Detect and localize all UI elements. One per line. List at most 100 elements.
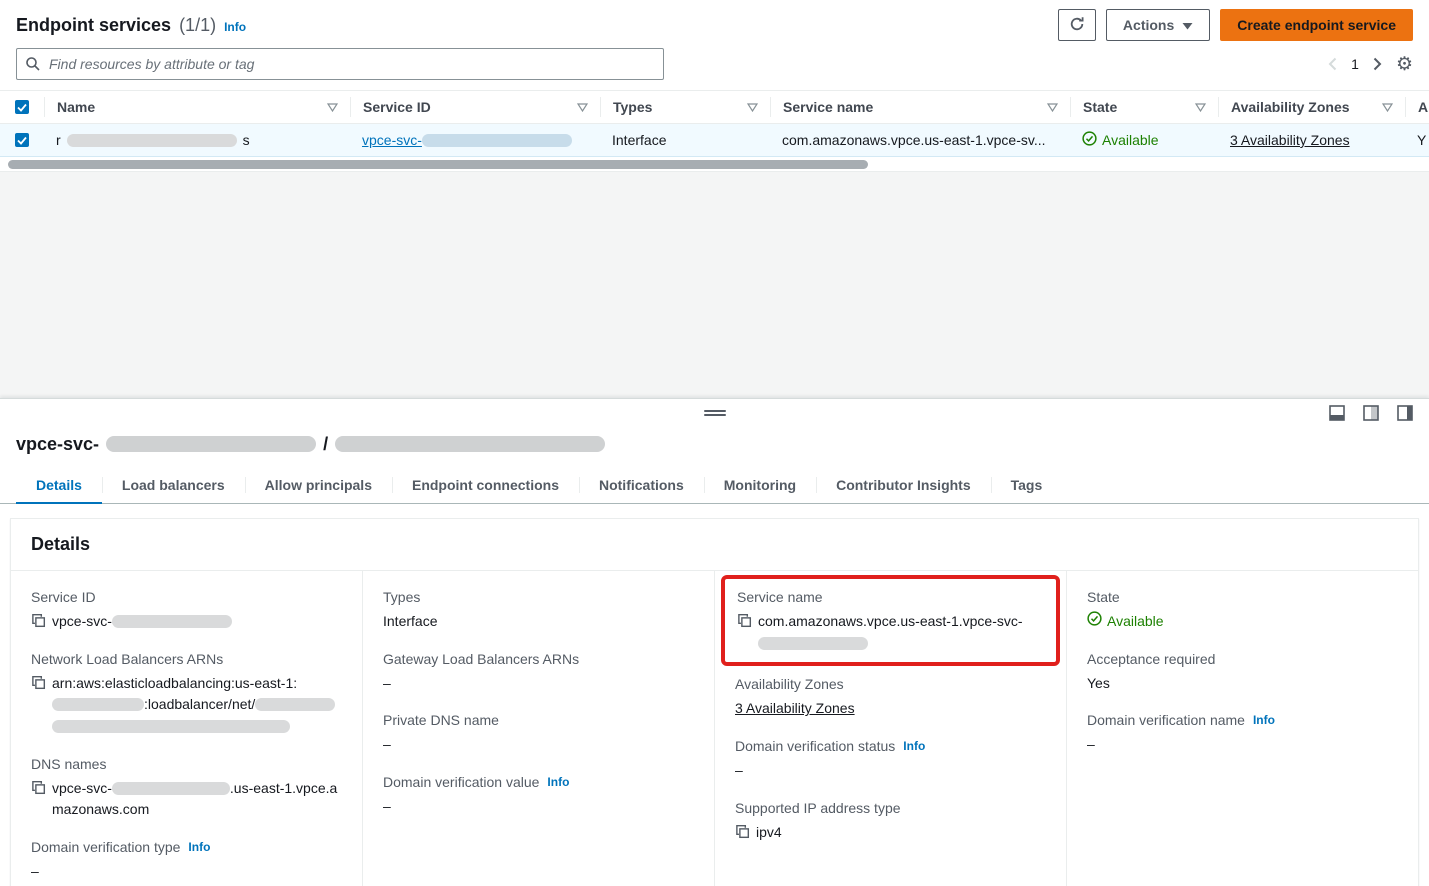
filter-icon[interactable] [1195,99,1206,115]
redaction [52,698,144,711]
tab-details[interactable]: Details [16,467,102,503]
tab-allow-principals[interactable]: Allow principals [245,467,392,503]
panel-title: vpce-svc- / [0,429,1429,457]
pagination: 1 ⚙ [1328,55,1413,74]
column-header-truncated[interactable]: A [1405,97,1429,117]
tab-monitoring[interactable]: Monitoring [704,467,816,503]
filter-icon[interactable] [327,99,338,115]
copy-icon[interactable] [735,824,750,839]
filter-bar: 1 ⚙ [0,46,1429,90]
tab-tags[interactable]: Tags [991,467,1063,503]
page-title: Endpoint services [16,15,171,36]
table-header-row: Name Service ID Types Service name State… [0,91,1429,124]
service-id-field: Service ID vpce-svc- [31,589,342,633]
dns-names-field: DNS names vpce-svc-.us-east-1.vpce.amazo… [31,756,342,821]
redaction [67,134,237,147]
check-circle-icon [1082,131,1097,149]
filter-icon[interactable] [1382,99,1393,115]
copy-icon[interactable] [31,675,46,690]
domain-verification-name-field: Domain verification name Info – [1087,712,1398,756]
caret-down-icon [1182,17,1193,33]
info-link[interactable]: Info [224,20,246,34]
availability-zones-field: Availability Zones 3 Availability Zones [735,676,1046,720]
cell-name: rs [44,132,350,148]
info-link[interactable]: Info [1253,713,1275,727]
page-next-icon[interactable] [1373,57,1382,71]
select-all-checkbox[interactable] [15,100,29,114]
nlb-arns-field: Network Load Balancers ARNs arn:aws:elas… [31,651,342,738]
column-header-availability-zones[interactable]: Availability Zones [1218,97,1405,117]
cell-truncated: Y [1405,132,1429,148]
search-input[interactable] [16,48,664,80]
detail-tabs: Details Load balancers Allow principals … [0,467,1429,504]
column-header-service-id[interactable]: Service ID [350,97,600,117]
column-header-service-name[interactable]: Service name [770,97,1070,117]
availability-zones-link[interactable]: 3 Availability Zones [735,700,855,716]
page-number[interactable]: 1 [1351,56,1359,72]
private-dns-name-field: Private DNS name – [383,712,694,756]
check-circle-icon [1087,611,1102,633]
create-endpoint-service-button[interactable]: Create endpoint service [1220,9,1413,41]
details-column-4: State Available Acceptance required Yes [1066,571,1418,886]
details-card-title: Details [11,519,1418,571]
filter-icon[interactable] [577,99,588,115]
tab-load-balancers[interactable]: Load balancers [102,467,245,503]
actions-button-label: Actions [1123,17,1174,33]
service-name-field-annotation: Service name com.amazonaws.vpce.us-east-… [721,575,1060,666]
copy-icon[interactable] [737,613,752,628]
actions-button[interactable]: Actions [1106,9,1210,41]
cell-service-name: com.amazonaws.vpce.us-east-1.vpce-sv... [770,132,1070,148]
tab-contributor-insights[interactable]: Contributor Insights [816,467,991,503]
acceptance-required-field: Acceptance required Yes [1087,651,1398,695]
panel-position-side-icon[interactable] [1397,405,1413,424]
supported-ip-address-type-field: Supported IP address type ipv4 [735,800,1046,844]
redaction [106,436,316,452]
redaction [255,698,335,711]
details-column-2: Types Interface Gateway Load Balancers A… [362,571,714,886]
availability-zones-link[interactable]: 3 Availability Zones [1230,132,1350,148]
panel-position-split-icon[interactable] [1363,405,1379,424]
horizontal-scrollbar[interactable] [0,157,1429,172]
domain-verification-status-field: Domain verification status Info – [735,738,1046,782]
row-checkbox[interactable] [15,133,29,147]
types-field: Types Interface [383,589,694,633]
filter-icon[interactable] [1047,99,1058,115]
redaction [422,134,572,147]
tab-notifications[interactable]: Notifications [579,467,704,503]
domain-verification-type-field: Domain verification type Info – [31,839,342,883]
state-field: State Available [1087,589,1398,633]
redaction [758,637,868,650]
search-icon [25,56,41,75]
resource-count: (1/1) [179,15,216,36]
tab-endpoint-connections[interactable]: Endpoint connections [392,467,579,503]
details-column-1: Service ID vpce-svc- Network Load Balanc… [11,571,362,886]
page-header: Endpoint services (1/1) Info Actions Cre… [0,0,1429,46]
cell-availability-zones: 3 Availability Zones [1218,132,1405,148]
settings-gear-icon[interactable]: ⚙ [1396,55,1413,74]
copy-icon[interactable] [31,613,46,628]
filter-icon[interactable] [747,99,758,115]
endpoint-services-table: Name Service ID Types Service name State… [0,90,1429,172]
service-id-link[interactable]: vpce-svc- [362,132,572,148]
redaction [335,436,605,452]
redaction [112,782,230,795]
panel-position-bottom-icon[interactable] [1329,405,1345,424]
column-header-state[interactable]: State [1070,97,1218,117]
redaction [112,615,232,628]
copy-icon[interactable] [31,780,46,795]
info-link[interactable]: Info [188,840,210,854]
empty-area [0,172,1429,398]
refresh-button[interactable] [1058,9,1096,41]
split-panel-drag-handle[interactable] [704,408,726,418]
info-link[interactable]: Info [903,739,925,753]
table-row[interactable]: rs vpce-svc- Interface com.amazonaws.vpc… [0,124,1429,157]
glb-arns-field: Gateway Load Balancers ARNs – [383,651,694,695]
scrollbar-thumb[interactable] [8,160,868,169]
column-header-name[interactable]: Name [44,97,350,117]
domain-verification-value-field: Domain verification value Info – [383,774,694,818]
page-prev-icon[interactable] [1328,57,1337,71]
column-header-types[interactable]: Types [600,97,770,117]
cell-service-id: vpce-svc- [350,132,600,148]
detail-split-panel: vpce-svc- / Details Load balancers Allow… [0,398,1429,886]
info-link[interactable]: Info [547,775,569,789]
